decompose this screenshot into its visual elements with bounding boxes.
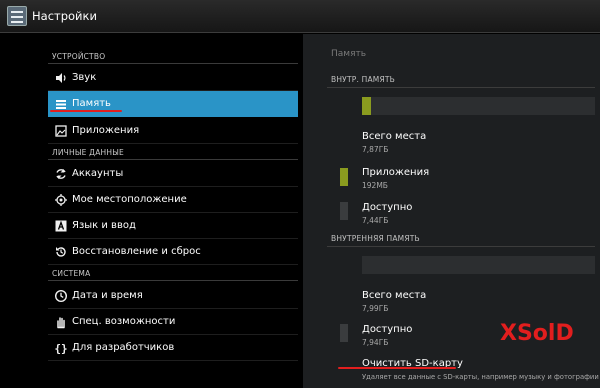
divider — [48, 159, 298, 160]
section-header-system: СИСТЕМА — [52, 269, 91, 278]
sidebar-item-label: Память — [72, 98, 111, 109]
sidebar-item-date-time[interactable]: Дата и время — [48, 283, 298, 309]
sd-total-space-value: 7,99ГБ — [362, 304, 389, 313]
apps-color-swatch — [340, 168, 348, 186]
language-icon — [54, 219, 68, 233]
sidebar-item-accessibility[interactable]: Спец. возможности — [48, 309, 298, 335]
settings-app-icon[interactable] — [7, 6, 27, 26]
sidebar-item-label: Спец. возможности — [72, 316, 176, 327]
svg-text:{}: {} — [54, 342, 67, 355]
sd-usage-bar — [362, 256, 595, 274]
storage-usage-bar — [362, 97, 595, 115]
available-color-swatch — [340, 202, 348, 220]
sidebar-item-sound[interactable]: Звук — [48, 65, 298, 91]
sidebar-item-label: Звук — [72, 72, 97, 83]
section-header-device: УСТРОЙСТВО — [52, 52, 106, 61]
sidebar-item-label: Для разработчиков — [72, 342, 175, 353]
sd-available-label: Доступно — [362, 324, 413, 335]
divider — [327, 87, 595, 88]
red-annotation-underline — [338, 367, 456, 369]
settings-sidebar: УСТРОЙСТВО Звук Память Приложения ЛИЧНЫЕ… — [0, 34, 302, 388]
action-bar: Настройки — [0, 0, 600, 33]
red-annotation-underline — [50, 110, 122, 112]
section-header-personal: ЛИЧНЫЕ ДАННЫЕ — [52, 148, 124, 157]
storage-icon — [54, 97, 68, 111]
sidebar-item-label: Мое местоположение — [72, 194, 187, 205]
hand-icon — [54, 315, 68, 329]
sidebar-item-label: Приложения — [72, 125, 140, 136]
sidebar-item-backup-reset[interactable]: Восстановление и сброс — [48, 239, 298, 265]
apps-usage-fill — [362, 97, 372, 115]
section-header-sd: ВНУТРЕННЯЯ ПАМЯТЬ — [331, 234, 420, 243]
clear-sd-card-description: Удаляет все данные с SD-карты, например … — [362, 373, 599, 381]
available-label: Доступно — [362, 202, 413, 213]
sidebar-item-accounts[interactable]: Аккаунты — [48, 161, 298, 187]
apps-value: 192МБ — [362, 181, 388, 190]
sidebar-item-label: Восстановление и сброс — [72, 246, 201, 257]
sidebar-item-label: Аккаунты — [72, 168, 124, 179]
pane-title: Память — [331, 49, 367, 59]
app-title: Настройки — [32, 9, 97, 23]
sidebar-item-storage[interactable]: Память — [48, 91, 298, 117]
sidebar-item-developer[interactable]: {} Для разработчиков — [48, 335, 298, 361]
apps-icon — [54, 124, 68, 138]
sidebar-item-location[interactable]: Мое местоположение — [48, 187, 298, 213]
sd-total-space-label: Всего места — [362, 290, 427, 301]
apps-label[interactable]: Приложения — [362, 167, 429, 178]
available-value: 7,44ГБ — [362, 216, 389, 225]
braces-icon: {} — [54, 341, 68, 355]
sd-available-color-swatch — [340, 324, 348, 342]
sidebar-item-language[interactable]: Язык и ввод — [48, 213, 298, 239]
total-space-value: 7,87ГБ — [362, 145, 389, 154]
sidebar-item-label: Дата и время — [72, 290, 143, 301]
divider — [48, 280, 298, 281]
sidebar-item-apps[interactable]: Приложения — [48, 118, 298, 144]
watermark-logo: XSolD — [500, 321, 574, 346]
location-icon — [54, 193, 68, 207]
speaker-icon — [54, 71, 68, 85]
clock-icon — [54, 289, 68, 303]
sidebar-item-label: Язык и ввод — [72, 220, 136, 231]
restore-icon — [54, 245, 68, 259]
divider — [327, 246, 595, 247]
divider — [48, 63, 298, 64]
total-space-label: Всего места — [362, 131, 427, 142]
section-header-internal: ВНУТР. ПАМЯТЬ — [331, 75, 396, 84]
sync-icon — [54, 167, 68, 181]
sd-available-value: 7,94ГБ — [362, 338, 389, 347]
storage-detail-pane: Память ВНУТР. ПАМЯТЬ Всего места 7,87ГБ … — [303, 34, 600, 388]
